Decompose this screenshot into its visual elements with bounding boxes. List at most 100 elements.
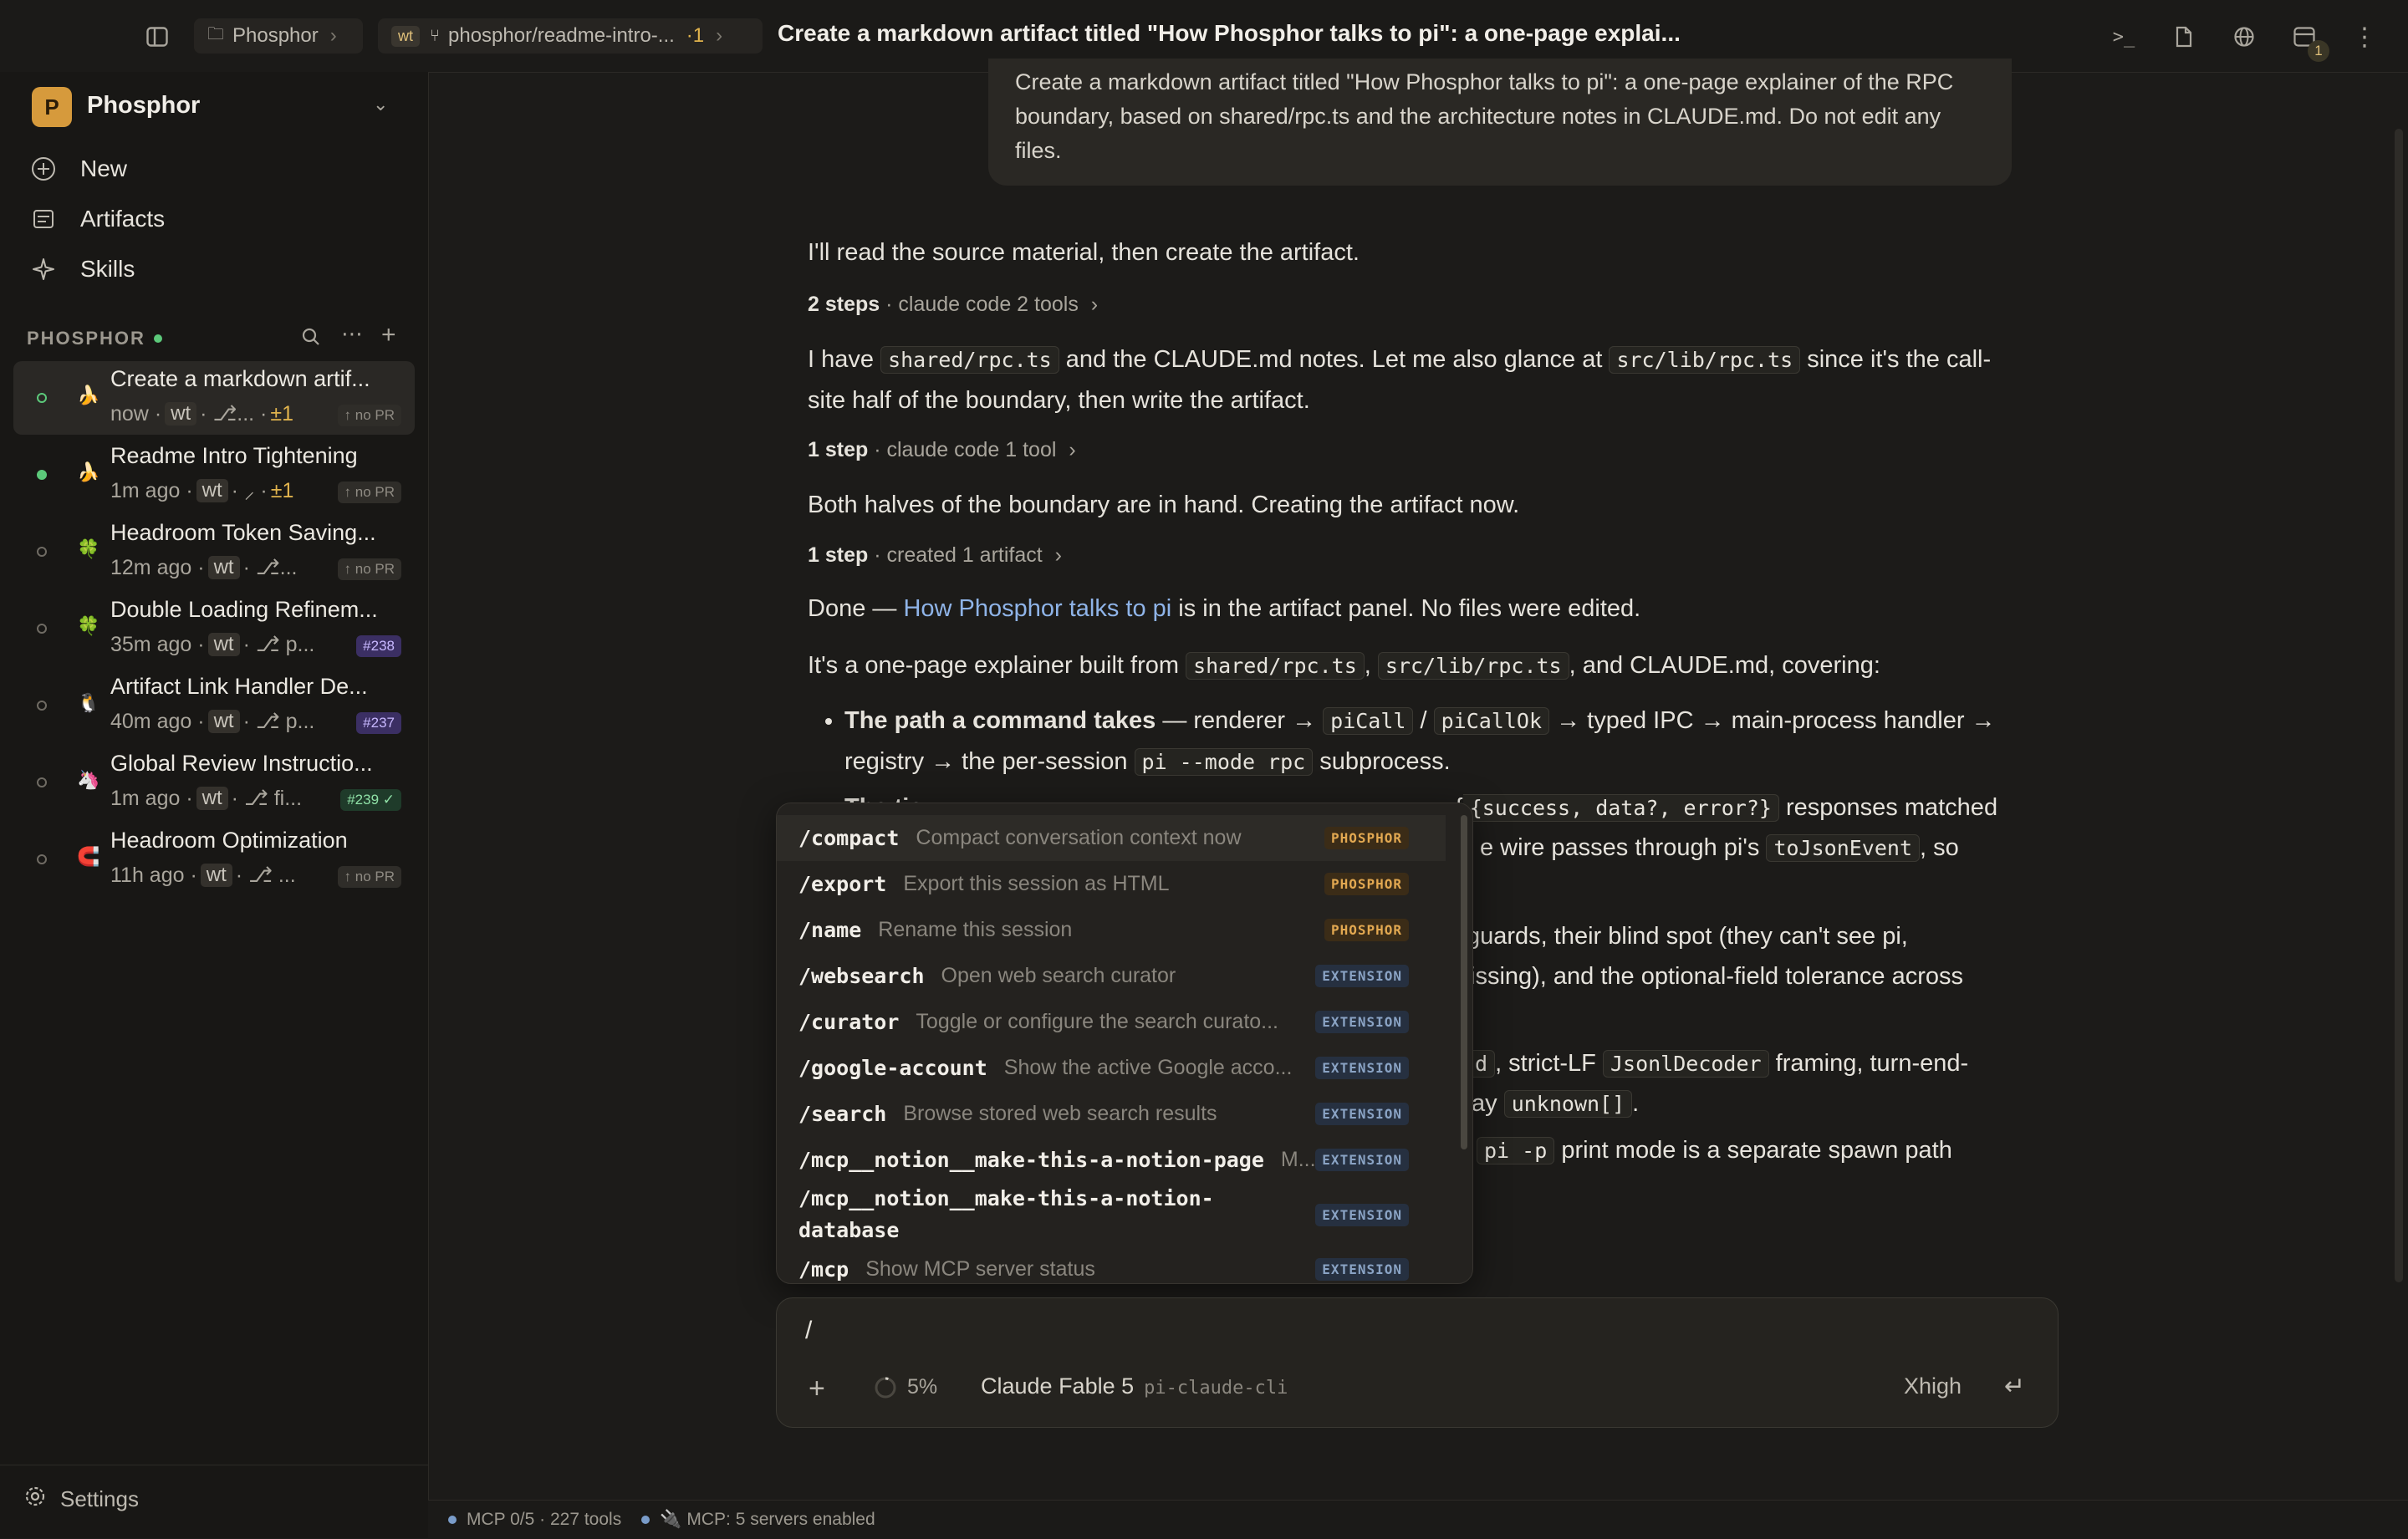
- source-tag: PHOSPHOR: [1324, 873, 1409, 895]
- command-item[interactable]: /mcp__notion__make-this-a-notion-page M..…: [777, 1137, 1446, 1183]
- session-item[interactable]: 🍀 Headroom Token Saving... 12m ago · wt · …: [13, 515, 415, 589]
- command-item[interactable]: /compact Compact conversation context now…: [777, 815, 1446, 861]
- pr-badge: ↑ no PR: [337, 866, 401, 888]
- gear-icon: [23, 1485, 47, 1514]
- sidebar-toggle-icon[interactable]: [140, 20, 174, 54]
- session-item[interactable]: 🧲 Headroom Optimization 11h ago · wt · ⎇ .…: [13, 823, 415, 896]
- menu-scrollbar[interactable]: [1461, 815, 1467, 1149]
- message-composer[interactable]: / + 5% Claude Fable 5 pi-claude-cli Xhig…: [776, 1297, 2059, 1428]
- send-icon[interactable]: ↵: [2004, 1372, 2025, 1401]
- session-item[interactable]: 🦄 Global Review Instructio... 1m ago · wt…: [13, 746, 415, 819]
- session-status-dot: [37, 624, 47, 634]
- context-ring-icon: [875, 1377, 896, 1398]
- steps-toggle[interactable]: 1 step · claude code 1 tool ›: [808, 438, 1076, 462]
- model-selector[interactable]: Claude Fable 5 pi-claude-cli: [981, 1373, 1288, 1399]
- covered-text: ay unknown[].: [1472, 1090, 1640, 1118]
- command-item[interactable]: /name Rename this session PHOSPHOR: [777, 907, 1446, 953]
- list-item: The path a command takes — renderer → pi…: [844, 701, 2012, 782]
- source-tag: EXTENSION: [1315, 1203, 1409, 1226]
- session-avatar-icon: 🍌: [77, 461, 100, 482]
- mcp-tools-status[interactable]: MCP 0/5 · 227 tools: [467, 1510, 621, 1530]
- pr-badge: ↑ no PR: [337, 482, 401, 503]
- command-item[interactable]: /export Export this session as HTML PHOSPH…: [777, 861, 1446, 907]
- covered-text: guards, their blind spot (they can't see…: [1467, 923, 1908, 950]
- assistant-message: I'll read the source material, then crea…: [808, 239, 1360, 266]
- bullet-list: The path a command takes — renderer → pi…: [808, 701, 2012, 782]
- source-tag: EXTENSION: [1315, 1011, 1409, 1033]
- inline-code: src/lib/rpc.ts: [1377, 652, 1569, 680]
- pr-badge[interactable]: #239 ✓: [340, 789, 401, 811]
- more-vertical-icon[interactable]: ⋮: [2348, 20, 2381, 54]
- pr-badge: ↑ no PR: [337, 405, 401, 426]
- globe-icon[interactable]: [2227, 20, 2261, 54]
- nav-artifacts[interactable]: Artifacts: [28, 199, 165, 239]
- notification-count-badge: 1: [2308, 40, 2329, 62]
- chevron-down-icon[interactable]: ⌄: [373, 94, 388, 115]
- artifacts-icon: [28, 204, 59, 234]
- inline-code: shared/rpc.ts: [880, 346, 1059, 374]
- source-tag: EXTENSION: [1315, 965, 1409, 987]
- session-status-dot: [37, 547, 47, 557]
- search-icon[interactable]: [301, 327, 321, 351]
- session-item[interactable]: 🍌 Readme Intro Tightening 1m ago · wt · ⸝ …: [13, 438, 415, 512]
- session-status-dot: [37, 470, 47, 480]
- assistant-message: I have shared/rpc.ts and the CLAUDE.md n…: [808, 346, 1992, 414]
- slash-command-menu: /compact Compact conversation context now…: [776, 803, 1473, 1284]
- settings-button[interactable]: Settings: [23, 1485, 139, 1514]
- session-title: Create a markdown artifact titled "How P…: [778, 20, 1681, 46]
- sidebar: P Phosphor ⌄ New Artifacts Skills PHOSPH…: [0, 72, 429, 1538]
- workspace-name[interactable]: Phosphor: [87, 92, 200, 120]
- branch-icon: ⑂: [430, 26, 440, 45]
- command-item[interactable]: /mcp__notion__make-this-a-notion-databas…: [777, 1183, 1446, 1246]
- nav-skills[interactable]: Skills: [28, 249, 135, 289]
- artifact-link[interactable]: How Phosphor talks to pi: [903, 595, 1171, 622]
- source-tag: PHOSPHOR: [1324, 827, 1409, 849]
- steps-toggle[interactable]: 2 steps · claude code 2 tools ›: [808, 293, 1098, 317]
- assistant-message: Done — How Phosphor talks to pi is in th…: [808, 595, 1641, 622]
- workspace-breadcrumb[interactable]: 🗀 Phosphor ›: [194, 18, 363, 54]
- thinking-level-selector[interactable]: Xhigh: [1904, 1373, 1962, 1399]
- covered-text: d, strict-LF JsonlDecoder framing, turn-…: [1468, 1043, 2053, 1084]
- session-avatar-icon: 🧲: [77, 846, 100, 867]
- chevron-right-icon: ›: [716, 24, 723, 47]
- pr-badge[interactable]: #237: [356, 712, 401, 734]
- command-item[interactable]: /search Browse stored web search results E…: [777, 1091, 1446, 1137]
- covered-text: issing), and the optional-field toleranc…: [1470, 963, 1963, 990]
- section-label: PHOSPHOR: [27, 328, 145, 349]
- nav-new[interactable]: New: [28, 149, 127, 189]
- chevron-right-icon: ›: [329, 24, 337, 47]
- session-item[interactable]: 🍌 Create a markdown artif... now · wt · ⎇.…: [13, 361, 415, 435]
- command-item[interactable]: /mcp Show MCP server status EXTENSION: [777, 1246, 1446, 1283]
- main-scrollbar[interactable]: [2395, 129, 2403, 1282]
- file-icon[interactable]: [2167, 20, 2201, 54]
- branch-breadcrumb[interactable]: wt ⑂ phosphor/readme-intro-... ·1 ›: [378, 18, 763, 54]
- composer-input[interactable]: /: [805, 1317, 812, 1345]
- session-avatar-icon: 🐧: [77, 692, 100, 713]
- steps-toggle[interactable]: 1 step · created 1 artifact ›: [808, 543, 1062, 568]
- pr-badge[interactable]: #238: [356, 635, 401, 657]
- add-session-icon[interactable]: +: [381, 321, 396, 349]
- workspace-avatar[interactable]: P: [32, 87, 72, 127]
- mcp-servers-status[interactable]: MCP: 5 servers enabled: [686, 1510, 875, 1530]
- covered-text: e wire passes through pi's toJsonEvent, …: [1480, 834, 1959, 862]
- session-avatar-icon: 🍀: [77, 538, 100, 559]
- status-dot: [154, 334, 162, 343]
- covered-text: {{success, data?, error?} responses matc…: [1455, 787, 2040, 828]
- covered-text: pi -p print mode is a separate spawn pat…: [1477, 1130, 2062, 1171]
- session-avatar-icon: 🍀: [77, 615, 100, 636]
- session-item[interactable]: 🐧 Artifact Link Handler De... 40m ago · w…: [13, 669, 415, 742]
- command-item[interactable]: /websearch Open web search curator EXTENSI…: [777, 953, 1446, 999]
- plug-icon: 🔌: [660, 1510, 682, 1529]
- mcp-status-dot: [448, 1516, 457, 1524]
- status-bar: MCP 0/5 · 227 tools 🔌 MCP: 5 servers ena…: [428, 1500, 2408, 1539]
- command-item[interactable]: /curator Toggle or configure the search c…: [777, 999, 1446, 1045]
- context-usage[interactable]: 5%: [874, 1375, 937, 1399]
- sparkle-icon: [28, 254, 59, 284]
- terminal-icon[interactable]: >_: [2107, 20, 2140, 54]
- more-horizontal-icon[interactable]: ⋯: [341, 321, 363, 347]
- command-item[interactable]: /google-account Show the active Google ac…: [777, 1045, 1446, 1091]
- source-tag: PHOSPHOR: [1324, 919, 1409, 941]
- attach-icon[interactable]: +: [809, 1372, 825, 1405]
- session-item[interactable]: 🍀 Double Loading Refinem... 35m ago · wt ·…: [13, 592, 415, 665]
- mcp-status-dot: [641, 1516, 650, 1524]
